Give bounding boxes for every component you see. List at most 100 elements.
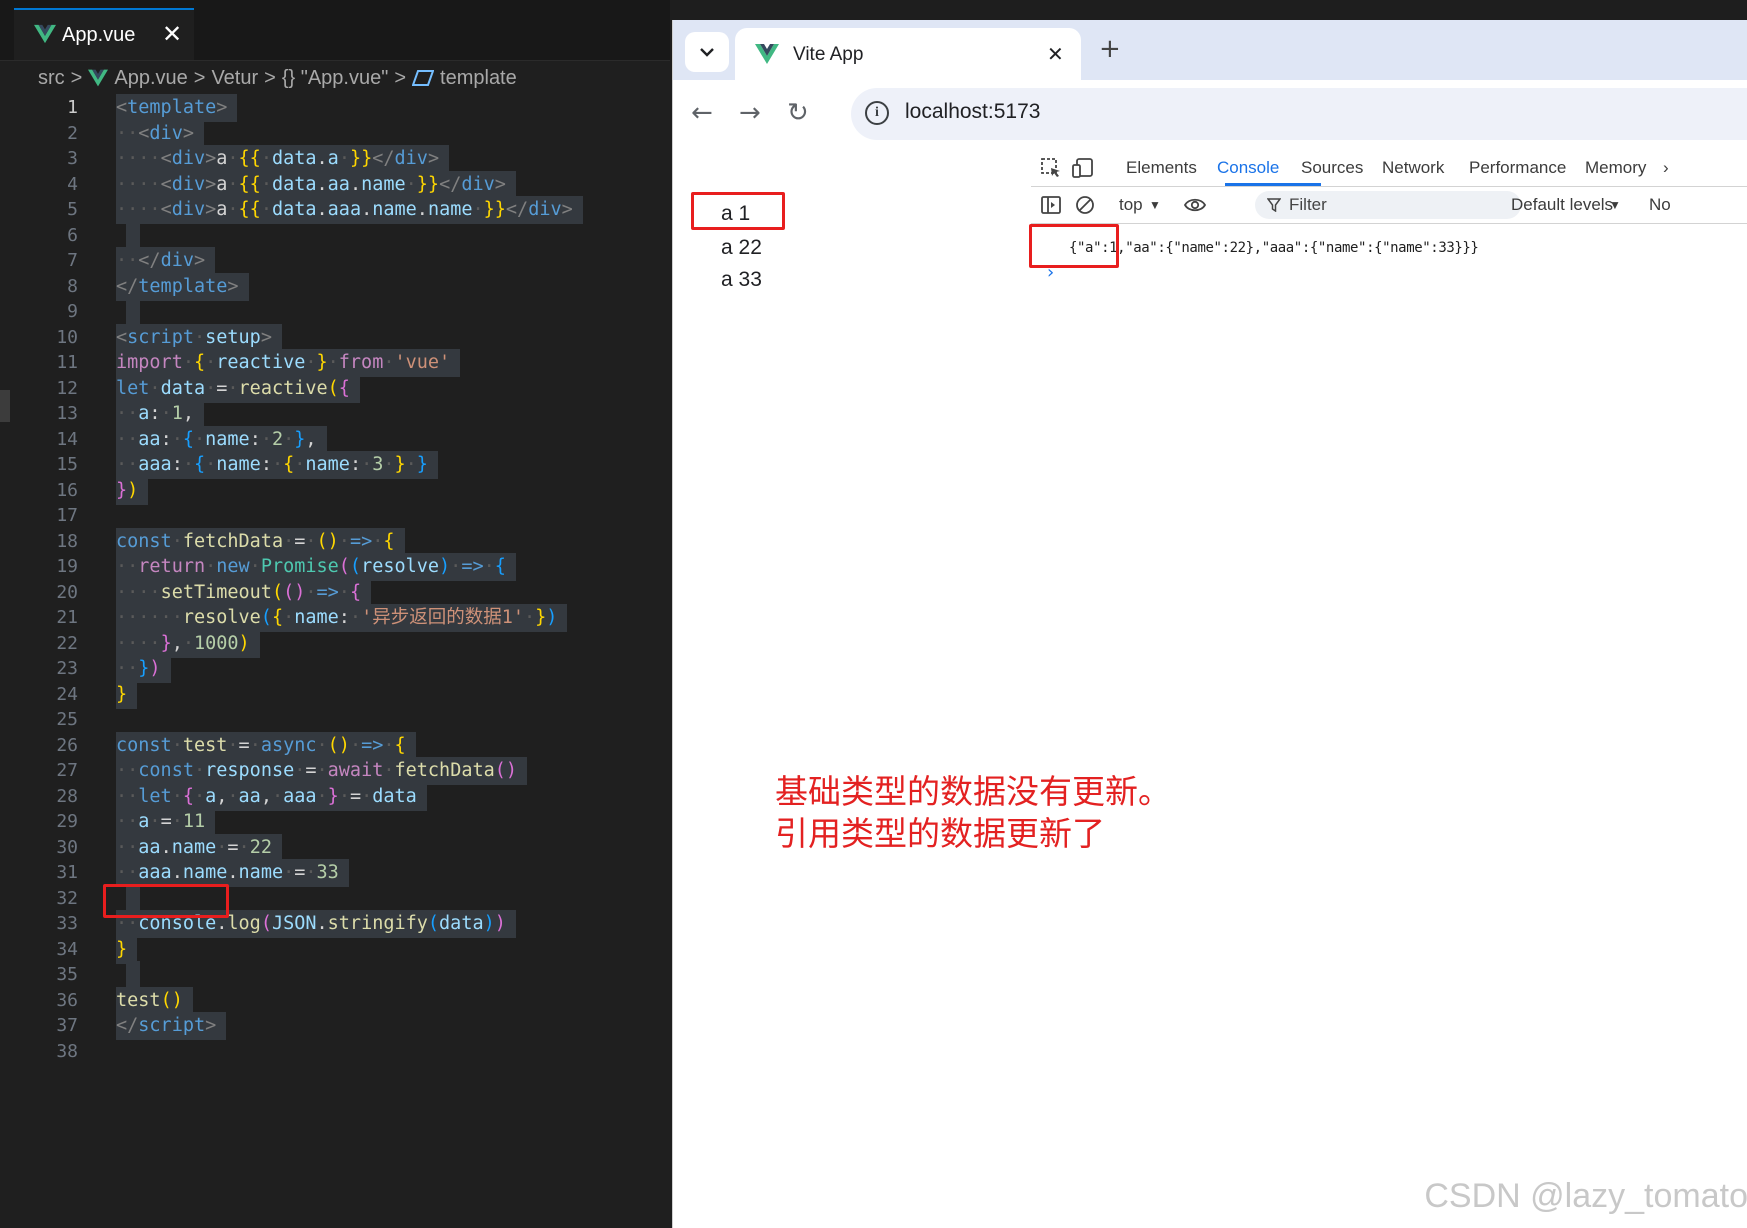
code-line[interactable]: 31 ··aaa.name.name·=·33	[0, 859, 670, 887]
code-line[interactable]: 5 ····<div>a·{{·data.aaa.name.name·}}</di…	[0, 196, 670, 224]
code-text: ··aaa:·{·name:·{·name:·3·}·}	[116, 451, 438, 479]
vue-icon	[755, 44, 779, 64]
code-line[interactable]: 18 const·fetchData·=·()·=>·{	[0, 528, 670, 556]
code-text: <template>	[116, 94, 238, 122]
code-line[interactable]: 6	[0, 222, 670, 250]
editor-tab-app-vue[interactable]: App.vue ✕	[14, 8, 194, 60]
address-bar[interactable]: i localhost:5173	[851, 88, 1747, 140]
line-number: 16	[56, 480, 78, 501]
eye-icon[interactable]	[1183, 193, 1207, 217]
chevron-right-icon: >	[193, 66, 206, 89]
tab-memory[interactable]: Memory	[1585, 158, 1646, 178]
code-line[interactable]: 16})	[0, 477, 670, 505]
code-text: ····setTimeout(()·=>·{	[116, 579, 372, 607]
line-number: 2	[67, 123, 78, 144]
caret-down-icon: ▼	[1609, 198, 1621, 212]
code-line[interactable]: 2 ··<div>	[0, 120, 670, 148]
close-icon[interactable]: ✕	[162, 20, 182, 48]
code-line[interactable]: 3 ····<div>a·{{·data.a·}}</div>	[0, 145, 670, 173]
code-line[interactable]: 19 ··return·new·Promise((resolve)·=>·{	[0, 553, 670, 581]
breadcrumb-vetur[interactable]: Vetur	[211, 67, 258, 90]
sidebar-toggle-icon[interactable]	[1039, 193, 1063, 217]
code-line[interactable]: 33 ··console.log(JSON.stringify(data))	[0, 910, 670, 938]
code-text: ····<div>a·{{·data.aaa.name.name·}}</div…	[116, 196, 583, 224]
code-text: ··})	[116, 655, 171, 683]
tab-network[interactable]: Network	[1382, 158, 1444, 178]
watermark: CSDN @lazy_tomato	[1424, 1177, 1747, 1215]
code-line[interactable]: 23 ··})	[0, 655, 670, 683]
chevron-down-icon	[700, 48, 714, 57]
code-line[interactable]: 1 <template>	[0, 94, 670, 122]
code-line[interactable]: 13 ··a:·1,	[0, 400, 670, 428]
url-text: localhost:5173	[905, 100, 1041, 123]
code-line[interactable]: 34}	[0, 936, 670, 964]
devtools-tab-bar: Elements Console Sources Network Perform…	[1031, 150, 1747, 187]
code-line[interactable]: 21 ······resolve({·name:·'异步返回的数据1'·})	[0, 604, 670, 632]
code-line[interactable]: 30 ··aa.name·=·22	[0, 834, 670, 862]
line-number: 31	[56, 862, 78, 883]
code-line[interactable]: 35	[0, 961, 670, 989]
code-text: ····},·1000)	[116, 630, 260, 658]
code-line[interactable]: 22 ····},·1000)	[0, 630, 670, 658]
line-number: 29	[56, 811, 78, 832]
forward-arrow-icon[interactable]: →	[739, 98, 761, 128]
code-line[interactable]: 32	[0, 885, 670, 913]
line-number: 22	[56, 633, 78, 654]
tab-performance[interactable]: Performance	[1469, 158, 1566, 178]
code-line[interactable]: 10 <script·setup>	[0, 324, 670, 352]
tab-elements[interactable]: Elements	[1126, 158, 1197, 178]
code-line[interactable]: 28 ··let·{·a,·aa,·aaa·}·=·data	[0, 783, 670, 811]
line-number: 5	[67, 199, 78, 220]
breadcrumb: src > App.vue > Vetur > {} "App.vue" > t…	[38, 64, 517, 92]
device-toolbar-icon[interactable]	[1071, 156, 1095, 180]
breadcrumb-src[interactable]: src	[38, 67, 65, 90]
line-number: 38	[56, 1041, 78, 1062]
code-line[interactable]: 36 test()	[0, 987, 670, 1015]
issues-counter[interactable]: No	[1649, 195, 1671, 215]
close-icon[interactable]: ✕	[1047, 42, 1064, 66]
code-line[interactable]: 9	[0, 298, 670, 326]
site-info-icon[interactable]: i	[865, 101, 889, 125]
code-line[interactable]: 38	[0, 1038, 670, 1066]
breadcrumb-template[interactable]: template	[440, 67, 517, 90]
code-line[interactable]: 37 </script>	[0, 1012, 670, 1040]
code-line[interactable]: 7 ··</div>	[0, 247, 670, 275]
inspect-element-icon[interactable]	[1039, 156, 1063, 180]
chevron-right-icon[interactable]: ›	[1663, 158, 1669, 178]
log-levels-dropdown[interactable]: Default levels	[1511, 195, 1613, 215]
code-line[interactable]: 11 import·{·reactive·}·from·'vue'	[0, 349, 670, 377]
tab-console[interactable]: Console	[1217, 158, 1279, 178]
console-log-message[interactable]: {"a":1,"aa":{"name":22},"aaa":{"name":{"…	[1069, 240, 1479, 256]
line-number: 9	[67, 301, 78, 322]
code-line[interactable]: 17	[0, 502, 670, 530]
clear-console-icon[interactable]	[1073, 193, 1097, 217]
line-number: 15	[56, 454, 78, 475]
code-line[interactable]: 14 ··aa:·{·name:·2·},	[0, 426, 670, 454]
back-arrow-icon[interactable]: ←	[691, 98, 713, 128]
browser-tab-vite-app[interactable]: Vite App ✕	[735, 28, 1081, 80]
breadcrumb-app-vue[interactable]: App.vue	[114, 67, 187, 90]
code-line[interactable]: 12 let·data·=·reactive({	[0, 375, 670, 403]
code-line[interactable]: 24}	[0, 681, 670, 709]
code-line[interactable]: 20 ····setTimeout(()·=>·{	[0, 579, 670, 607]
line-number: 24	[56, 684, 78, 705]
filter-input[interactable]: Filter	[1255, 191, 1521, 219]
tab-search-button[interactable]	[685, 32, 729, 72]
code-line[interactable]: 15 ··aaa:·{·name:·{·name:·3·}·}	[0, 451, 670, 479]
breadcrumb-app-vue-object[interactable]: {} "App.vue"	[282, 67, 389, 90]
code-line[interactable]: 25	[0, 706, 670, 734]
code-line[interactable]: 29 ··a·=·11	[0, 808, 670, 836]
code-text: }	[116, 681, 138, 709]
line-number: 19	[56, 556, 78, 577]
code-text	[126, 222, 140, 250]
reload-icon[interactable]: ↻	[787, 98, 809, 128]
line-number: 35	[56, 964, 78, 985]
code-text: ······resolve({·name:·'异步返回的数据1'·})	[116, 604, 568, 632]
code-line[interactable]: 8 </template>	[0, 273, 670, 301]
context-selector[interactable]: top	[1119, 195, 1143, 215]
code-line[interactable]: 26 const·test·=·async·()·=>·{	[0, 732, 670, 760]
tab-sources[interactable]: Sources	[1301, 158, 1363, 178]
new-tab-button[interactable]: +	[1099, 34, 1121, 64]
code-line[interactable]: 27 ··const·response·=·await·fetchData()	[0, 757, 670, 785]
code-line[interactable]: 4 ····<div>a·{{·data.aa.name·}}</div>	[0, 171, 670, 199]
